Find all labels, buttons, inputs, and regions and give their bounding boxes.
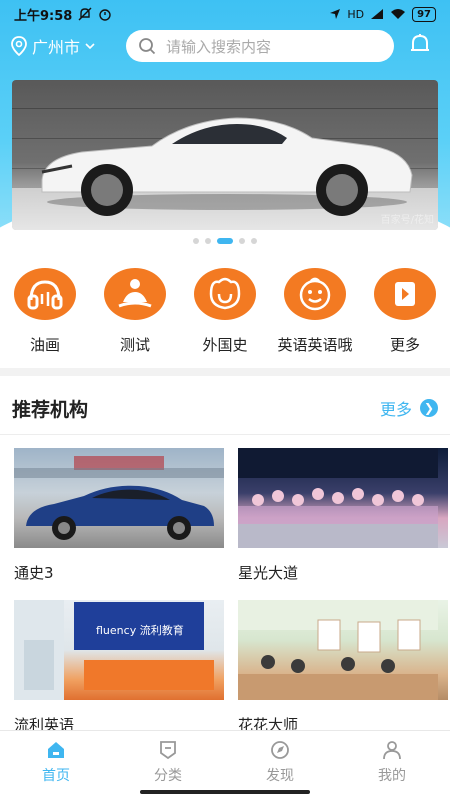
english-school-front-desk-photo: fluency 流利教育 — [14, 600, 224, 700]
location-arrow-icon — [330, 9, 341, 19]
home-icon — [48, 742, 64, 758]
institution-card[interactable]: 花花大师 — [238, 600, 448, 735]
city-selector[interactable]: 广州市 — [10, 34, 120, 58]
location-pin-icon — [11, 36, 27, 56]
battery-level: 97 — [412, 6, 436, 22]
headphones-icon — [14, 268, 76, 320]
smiley-face-icon — [284, 268, 346, 320]
tab-profile[interactable]: 我的 — [336, 731, 448, 800]
recommended-section-header: 推荐机构 更多 ❯ — [0, 388, 450, 428]
notification-button[interactable] — [408, 32, 432, 60]
carousel-dot[interactable] — [193, 238, 199, 244]
category-label: 油画 — [29, 336, 60, 354]
discover-icon — [271, 741, 289, 759]
section-title: 推荐机构 — [12, 398, 89, 421]
category-item-test[interactable]: 测试 — [90, 268, 180, 358]
network-type: HD — [347, 7, 365, 21]
category-icon — [160, 741, 176, 760]
tab-label: 分类 — [154, 768, 182, 784]
category-label: 更多 — [389, 336, 420, 354]
status-bar: 上午9:58 HD 97 — [0, 0, 450, 28]
carousel-indicator — [0, 238, 450, 244]
category-item-english[interactable]: 英语英语哦 — [270, 268, 360, 358]
carousel-dot[interactable] — [205, 238, 211, 244]
mute-icon — [78, 7, 92, 21]
search-input[interactable]: 请输入搜索内容 — [126, 30, 394, 62]
section-divider — [0, 368, 450, 376]
status-time: 上午9:58 — [14, 8, 73, 24]
search-icon — [139, 38, 156, 55]
institution-name: 星光大道 — [238, 564, 299, 582]
sedan-car-photo — [14, 448, 224, 548]
app-screen: 上午9:58 HD 97 广州市 请输入搜索内容 百家号/花知 油画 测试 外国… — [0, 0, 450, 800]
carousel-dot[interactable] — [251, 238, 257, 244]
category-item-oil-painting[interactable]: 油画 — [0, 268, 90, 358]
meditation-icon — [104, 268, 166, 320]
category-item-foreign-history[interactable]: 外国史 — [180, 268, 270, 358]
tab-label: 我的 — [378, 768, 406, 784]
alarm-icon — [99, 9, 112, 21]
institution-card[interactable]: 通史3 — [14, 448, 224, 583]
more-label: 更多 — [379, 400, 412, 419]
art-classroom-photo — [238, 600, 448, 700]
home-indicator — [140, 790, 310, 794]
tab-label: 首页 — [42, 768, 70, 784]
stage-performance-photo — [238, 448, 448, 548]
chevron-down-icon — [85, 43, 95, 50]
institution-name: 通史3 — [14, 564, 54, 582]
category-label: 测试 — [119, 336, 150, 354]
sports-car-image — [41, 117, 413, 216]
carousel-dot-active[interactable] — [217, 238, 233, 244]
bell-icon — [411, 34, 429, 51]
search-placeholder: 请输入搜索内容 — [166, 37, 272, 56]
tab-label: 发现 — [266, 768, 294, 784]
bell-flower-icon — [194, 268, 256, 320]
user-icon — [383, 741, 401, 760]
banner-caption: 百家号/花知 — [380, 215, 434, 226]
more-flag-icon — [374, 268, 436, 320]
category-grid: 油画 测试 外国史 英语英语哦 更多 — [0, 268, 450, 358]
top-bar: 广州市 请输入搜索内容 — [0, 28, 450, 64]
institution-card[interactable]: 星光大道 — [238, 448, 448, 583]
carousel-dot[interactable] — [239, 238, 245, 244]
fluency-sign-text: fluency 流利教育 — [96, 624, 184, 637]
category-label: 英语英语哦 — [277, 336, 353, 354]
wifi-icon — [391, 9, 406, 19]
signal-icon — [371, 9, 384, 19]
section-separator — [0, 434, 450, 435]
chevron-right-icon: ❯ — [420, 399, 438, 417]
banner-carousel[interactable]: 百家号/花知 — [12, 80, 438, 230]
tab-home[interactable]: 首页 — [0, 731, 112, 800]
city-name: 广州市 — [32, 38, 81, 57]
institution-card[interactable]: fluency 流利教育 流利英语 — [14, 600, 224, 735]
category-label: 外国史 — [202, 336, 248, 354]
more-link[interactable]: 更多 ❯ — [380, 396, 438, 420]
category-item-more[interactable]: 更多 — [360, 268, 450, 358]
